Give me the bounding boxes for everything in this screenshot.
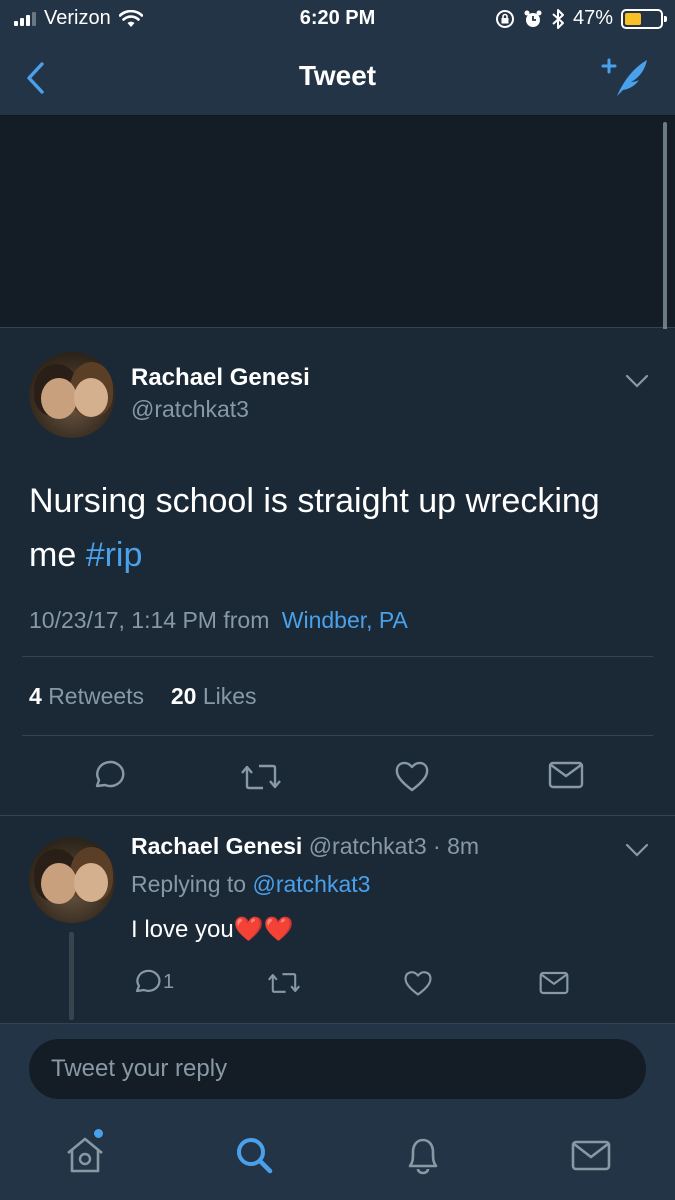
share-dm-icon[interactable] [548, 760, 584, 790]
reply-text: I love you❤️❤️ [131, 915, 294, 944]
search-icon[interactable] [232, 1133, 276, 1177]
home-icon[interactable] [63, 1133, 107, 1177]
alarm-icon [524, 10, 542, 27]
tweet-text: Nursing school is straight up wrecking m… [29, 474, 639, 582]
likes-label[interactable]: Likes [203, 683, 257, 709]
retweet-icon[interactable] [268, 969, 300, 997]
notifications-icon[interactable] [401, 1133, 445, 1177]
reply-icon[interactable] [131, 967, 161, 997]
reply-handle-time[interactable]: @ratchkat3 · 8m [309, 833, 479, 859]
reply-tweet[interactable]: Rachael Genesi @ratchkat3 · 8m Replying … [0, 815, 675, 1023]
nav-bar: Tweet [0, 40, 675, 116]
replying-prefix: Replying to [131, 871, 247, 897]
status-right: 47% [495, 7, 667, 30]
like-icon[interactable] [403, 969, 433, 997]
reply-bar: Tweet your reply [0, 1023, 675, 1107]
tweet-meta: 10/23/17, 1:14 PM from Windber, PA [29, 607, 408, 634]
retweet-icon[interactable] [241, 760, 281, 794]
main-tweet: Rachael Genesi @ratchkat3 Nursing school… [0, 329, 675, 814]
new-content-dot [94, 1129, 103, 1138]
likes-count[interactable]: 20 [171, 683, 197, 709]
reply-count: 1 [163, 971, 175, 993]
replying-to-handle[interactable]: @ratchkat3 [252, 871, 370, 897]
reply-input[interactable]: Tweet your reply [29, 1039, 646, 1099]
media-placeholder [0, 116, 675, 328]
messages-icon[interactable] [569, 1133, 613, 1177]
thread-line [69, 932, 74, 1020]
chevron-down-icon[interactable] [625, 843, 649, 857]
replying-to: Replying to @ratchkat3 [131, 871, 370, 898]
retweets-label[interactable]: Retweets [48, 683, 144, 709]
author-name[interactable]: Rachael Genesi [131, 364, 310, 392]
bluetooth-icon [552, 8, 564, 29]
reply-icon[interactable] [89, 758, 125, 794]
location-link[interactable]: Windber, PA [282, 607, 408, 633]
retweets-count[interactable]: 4 [29, 683, 42, 709]
page-title: Tweet [298, 60, 377, 91]
share-dm-icon[interactable] [539, 970, 569, 996]
tweet-stats: 4 Retweets 20 Likes [29, 683, 257, 710]
avatar[interactable] [29, 837, 115, 923]
tab-bar [0, 1107, 675, 1200]
heart-emoji: ❤️❤️ [233, 916, 294, 943]
hashtag-link[interactable]: #rip [86, 536, 143, 574]
battery-fill [625, 12, 641, 25]
battery-percent: 47% [572, 7, 613, 29]
status-bar: Verizon 6:20 PM 47% [0, 0, 675, 40]
reply-author-name[interactable]: Rachael Genesi [131, 833, 302, 859]
tweet-timestamp: 10/23/17, 1:14 PM from [29, 607, 270, 633]
rotation-lock-icon [495, 9, 514, 28]
author-handle[interactable]: @ratchkat3 [131, 396, 249, 423]
compose-tweet-icon[interactable] [601, 56, 651, 98]
divider [22, 735, 653, 736]
reply-header: Rachael Genesi @ratchkat3 · 8m [131, 833, 479, 860]
divider [22, 656, 653, 657]
reply-text-content: I love you [131, 916, 234, 943]
battery-icon [621, 8, 667, 29]
like-icon[interactable] [394, 759, 430, 793]
avatar[interactable] [29, 352, 115, 438]
chevron-down-icon[interactable] [625, 374, 649, 388]
